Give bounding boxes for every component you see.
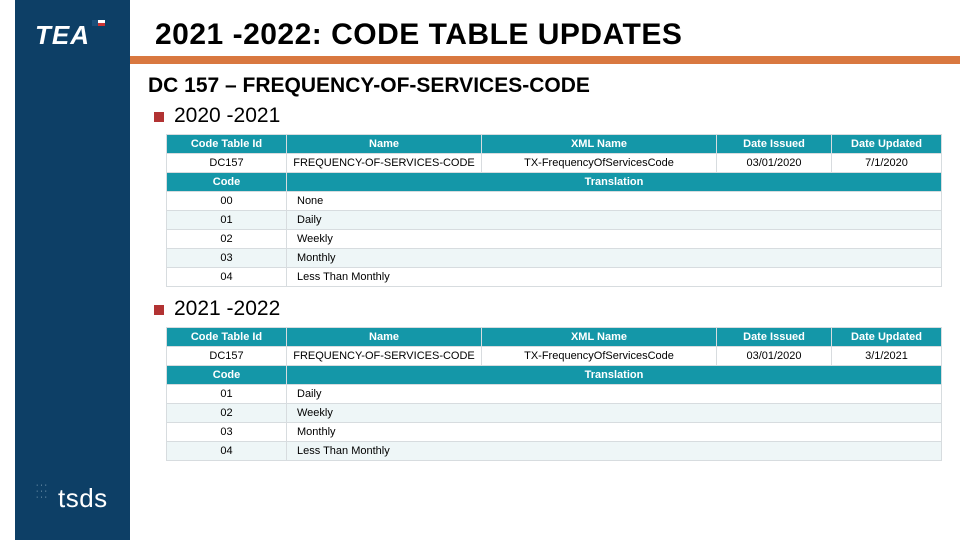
th-xml-name: XML Name bbox=[482, 135, 717, 154]
cell-id: DC157 bbox=[167, 154, 287, 173]
cell-updated: 7/1/2020 bbox=[832, 154, 942, 173]
code-table: Code Table Id Name XML Name Date Issued … bbox=[166, 134, 942, 287]
bullet-2021-2022: 2021 -2022 bbox=[154, 297, 948, 321]
cell-translation: Less Than Monthly bbox=[287, 442, 942, 461]
th-date-updated: Date Updated bbox=[832, 328, 942, 347]
table-row: 03 Monthly bbox=[167, 249, 942, 268]
table-2021-2022: Code Table Id Name XML Name Date Issued … bbox=[166, 327, 948, 461]
th-code: Code bbox=[167, 366, 287, 385]
cell-code: 03 bbox=[167, 249, 287, 268]
cell-translation: Monthly bbox=[287, 423, 942, 442]
cell-code: 03 bbox=[167, 423, 287, 442]
cell-code: 04 bbox=[167, 442, 287, 461]
table-meta-row: DC157 FREQUENCY-OF-SERVICES-CODE TX-Freq… bbox=[167, 154, 942, 173]
cell-code: 02 bbox=[167, 230, 287, 249]
table-subheader-row: Code Translation bbox=[167, 366, 942, 385]
cell-translation: Monthly bbox=[287, 249, 942, 268]
table-subheader-row: Code Translation bbox=[167, 173, 942, 192]
th-name: Name bbox=[287, 328, 482, 347]
cell-name: FREQUENCY-OF-SERVICES-CODE bbox=[287, 154, 482, 173]
table-row: 01 Daily bbox=[167, 211, 942, 230]
th-code: Code bbox=[167, 173, 287, 192]
th-date-updated: Date Updated bbox=[832, 135, 942, 154]
cell-code: 02 bbox=[167, 404, 287, 423]
cell-id: DC157 bbox=[167, 347, 287, 366]
content-area: DC 157 – FREQUENCY-OF-SERVICES-CODE 2020… bbox=[148, 74, 948, 530]
th-date-issued: Date Issued bbox=[717, 135, 832, 154]
table-row: 04 Less Than Monthly bbox=[167, 268, 942, 287]
cell-translation: Weekly bbox=[287, 404, 942, 423]
cell-issued: 03/01/2020 bbox=[717, 154, 832, 173]
cell-translation: Less Than Monthly bbox=[287, 268, 942, 287]
th-code-table-id: Code Table Id bbox=[167, 135, 287, 154]
cell-code: 01 bbox=[167, 211, 287, 230]
th-code-table-id: Code Table Id bbox=[167, 328, 287, 347]
cell-xml: TX-FrequencyOfServicesCode bbox=[482, 347, 717, 366]
bullet-2020-2021: 2020 -2021 bbox=[154, 104, 948, 128]
th-xml-name: XML Name bbox=[482, 328, 717, 347]
table-row: 03 Monthly bbox=[167, 423, 942, 442]
bullet-square-icon bbox=[154, 305, 164, 315]
bullet-label: 2020 -2021 bbox=[174, 104, 280, 128]
cell-translation: Weekly bbox=[287, 230, 942, 249]
table-meta-row: DC157 FREQUENCY-OF-SERVICES-CODE TX-Freq… bbox=[167, 347, 942, 366]
cell-translation: Daily bbox=[287, 211, 942, 230]
cell-translation: Daily bbox=[287, 385, 942, 404]
table-row: 00 None bbox=[167, 192, 942, 211]
left-band bbox=[15, 0, 130, 540]
subtitle: DC 157 – FREQUENCY-OF-SERVICES-CODE bbox=[148, 74, 948, 98]
cell-code: 01 bbox=[167, 385, 287, 404]
texas-flag-icon bbox=[92, 20, 106, 34]
th-translation: Translation bbox=[287, 366, 942, 385]
table-row: 02 Weekly bbox=[167, 404, 942, 423]
tea-logo: TEA bbox=[35, 20, 106, 51]
code-table: Code Table Id Name XML Name Date Issued … bbox=[166, 327, 942, 461]
table-row: 01 Daily bbox=[167, 385, 942, 404]
bullet-square-icon bbox=[154, 112, 164, 122]
cell-translation: None bbox=[287, 192, 942, 211]
cell-name: FREQUENCY-OF-SERVICES-CODE bbox=[287, 347, 482, 366]
table-header-row: Code Table Id Name XML Name Date Issued … bbox=[167, 328, 942, 347]
page-title: 2021 -2022: CODE TABLE UPDATES bbox=[155, 18, 682, 52]
th-date-issued: Date Issued bbox=[717, 328, 832, 347]
th-name: Name bbox=[287, 135, 482, 154]
bullet-label: 2021 -2022 bbox=[174, 297, 280, 321]
slide: TEA 2021 -2022: CODE TABLE UPDATES DC 15… bbox=[0, 0, 960, 540]
tsds-dots-icon bbox=[36, 483, 54, 501]
table-row: 04 Less Than Monthly bbox=[167, 442, 942, 461]
table-2020-2021: Code Table Id Name XML Name Date Issued … bbox=[166, 134, 948, 287]
cell-updated: 3/1/2021 bbox=[832, 347, 942, 366]
th-translation: Translation bbox=[287, 173, 942, 192]
cell-code: 04 bbox=[167, 268, 287, 287]
orange-rule bbox=[130, 56, 960, 64]
tsds-logo: tsds bbox=[36, 483, 108, 514]
tea-logo-text: TEA bbox=[35, 20, 90, 50]
table-header-row: Code Table Id Name XML Name Date Issued … bbox=[167, 135, 942, 154]
cell-issued: 03/01/2020 bbox=[717, 347, 832, 366]
cell-code: 00 bbox=[167, 192, 287, 211]
table-row: 02 Weekly bbox=[167, 230, 942, 249]
cell-xml: TX-FrequencyOfServicesCode bbox=[482, 154, 717, 173]
tsds-logo-text: tsds bbox=[58, 483, 108, 513]
